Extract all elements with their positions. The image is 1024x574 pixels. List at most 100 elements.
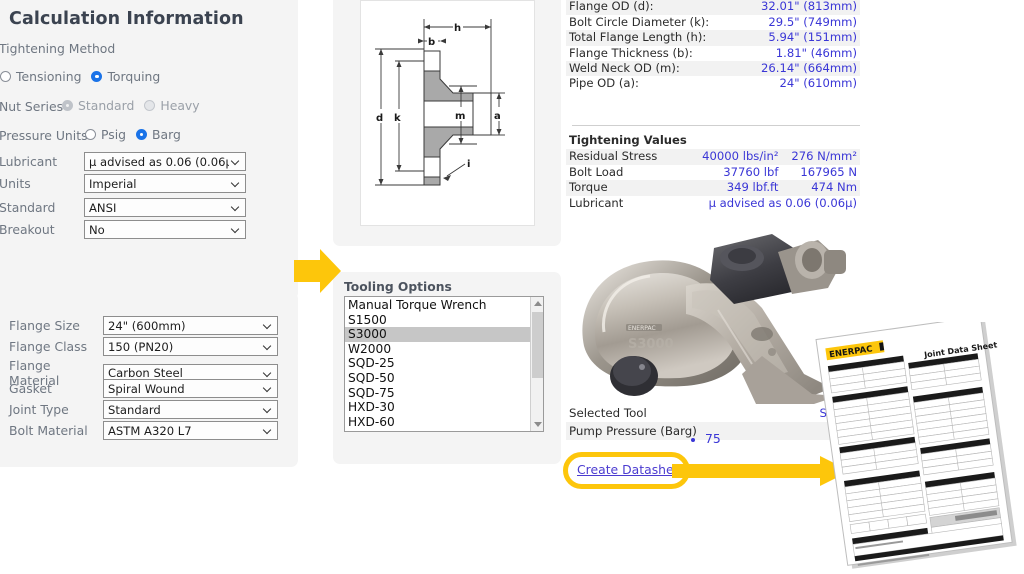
list-item[interactable]: E290+: [345, 429, 530, 432]
radio-nut-heavy-icon: [144, 100, 155, 111]
radio-tensioning-icon: [0, 71, 11, 82]
breakout-row: Breakout No: [0, 220, 246, 239]
flange-class-row: Flange Class 150 (PN20): [9, 337, 278, 356]
tv-key: Bolt Load: [566, 165, 699, 180]
units-label: Units: [0, 176, 84, 191]
scroll-down-arrow-icon[interactable]: [531, 418, 544, 431]
radio-barg-icon: [136, 129, 147, 140]
radio-torquing-icon: [91, 71, 102, 82]
tightening-method-radio-group: Tensioning Torquing: [0, 69, 170, 84]
tooling-options-title: Tooling Options: [344, 280, 452, 294]
flange-size-row: Flange Size 24" (600mm): [9, 316, 278, 335]
table-row: Flange Thickness (b): 1.81" (46mm): [566, 46, 860, 61]
tv-imperial: 37760 lbf: [699, 165, 781, 180]
svg-text:k: k: [394, 113, 401, 124]
results-panel: Bolt Hole Diameter (f): 1.37" (35mm) Fla…: [566, 0, 876, 224]
flange-class-select[interactable]: 150 (PN20): [103, 337, 278, 356]
dim-key: Weld Neck OD (m):: [566, 61, 716, 76]
dim-key: Flange OD (d):: [566, 0, 716, 15]
tv-key: Torque: [566, 180, 699, 195]
dim-key: Bolt Circle Diameter (k):: [566, 15, 716, 30]
gasket-select[interactable]: Spiral Wound: [103, 379, 278, 398]
flange-drawing-svg: h b d k m a i: [361, 1, 535, 226]
list-item[interactable]: SQD-25: [345, 356, 530, 371]
tv-metric: 167965 N: [781, 165, 860, 180]
tooling-options-items: Manual Torque Wrench S1500 S3000 W2000 S…: [345, 297, 530, 431]
tightening-method-label: Tightening Method: [0, 41, 115, 56]
scrollbar-thumb[interactable]: [532, 312, 543, 378]
lubricant-label: Lubricant: [0, 154, 84, 169]
flange-class-label: Flange Class: [9, 339, 103, 354]
list-item[interactable]: Manual Torque Wrench: [345, 298, 530, 313]
pressure-units-label: Pressure Units: [0, 128, 88, 143]
bolt-material-select[interactable]: ASTM A320 L7: [103, 421, 278, 440]
tv-metric: µ advised as 0.06 (0.06µ): [699, 196, 860, 211]
list-item[interactable]: W2000: [345, 342, 530, 357]
bolt-material-label: Bolt Material: [9, 423, 103, 438]
radio-nut-standard-label: Standard: [78, 98, 134, 113]
bolt-material-value: ASTM A320 L7: [108, 424, 261, 438]
radio-tensioning-label: Tensioning: [16, 69, 81, 84]
svg-text:a: a: [494, 111, 501, 122]
standard-select[interactable]: ANSI: [84, 198, 246, 217]
breakout-label: Breakout: [0, 222, 84, 237]
joint-type-label: Joint Type: [9, 402, 103, 417]
dim-value: 1.81" (46mm): [716, 46, 860, 61]
units-value: Imperial: [89, 177, 229, 191]
dim-value: 29.5" (749mm): [716, 15, 860, 30]
flange-class-value: 150 (PN20): [108, 340, 261, 354]
selected-tool-label: Selected Tool: [566, 404, 760, 422]
tightening-values-table: Tightening Values Residual Stress 40000 …: [566, 132, 860, 211]
radio-psig-icon: [85, 129, 96, 140]
units-row: Units Imperial: [0, 174, 246, 193]
flange-material-value: Carbon Steel: [108, 366, 261, 380]
radio-torquing[interactable]: Torquing: [91, 69, 160, 84]
tooling-scrollbar[interactable]: [530, 297, 543, 431]
list-item[interactable]: HXD-60: [345, 415, 530, 430]
joint-type-row: Joint Type Standard: [9, 400, 278, 419]
radio-nut-standard[interactable]: Standard: [62, 98, 134, 113]
breakout-select[interactable]: No: [84, 220, 246, 239]
tv-key: Lubricant: [566, 196, 699, 211]
dim-value: 26.14" (664mm): [716, 61, 860, 76]
nut-series-radio-group: Standard Heavy: [62, 98, 210, 113]
joint-type-select[interactable]: Standard: [103, 400, 278, 419]
nut-series-label: Nut Series: [0, 99, 63, 114]
table-row: Residual Stress 40000 lbs/in² 276 N/mm²: [566, 149, 860, 164]
tooling-options-listbox[interactable]: Manual Torque Wrench S1500 S3000 W2000 S…: [344, 296, 544, 432]
list-item-selected[interactable]: S3000: [345, 327, 530, 342]
chevron-down-icon: [232, 157, 241, 166]
joint-data-sheet-document: ENERPAC Joint Data Sheet: [812, 322, 1024, 572]
radio-psig[interactable]: Psig: [85, 127, 126, 142]
dim-value: 32.01" (813mm): [716, 0, 860, 15]
units-select[interactable]: Imperial: [84, 174, 246, 193]
tv-imperial: 349 lbf.ft: [699, 180, 781, 195]
radio-nut-heavy-label: Heavy: [160, 98, 199, 113]
lubricant-select[interactable]: µ advised as 0.06 (0.06µ): [84, 152, 246, 171]
gasket-label: Gasket: [9, 381, 103, 396]
svg-text:i: i: [467, 159, 470, 170]
chevron-down-icon: [264, 342, 273, 351]
radio-barg[interactable]: Barg: [136, 127, 181, 142]
lubricant-value: µ advised as 0.06 (0.06µ): [89, 155, 229, 169]
app-root: Calculation Information Tightening Metho…: [0, 0, 1024, 574]
gasket-row: Gasket Spiral Wound: [9, 379, 278, 398]
list-item[interactable]: HXD-30: [345, 400, 530, 415]
table-row: Weld Neck OD (m): 26.14" (664mm): [566, 61, 860, 76]
flange-diagram-image: h b d k m a i: [360, 0, 535, 226]
list-item[interactable]: S1500: [345, 313, 530, 328]
tv-key: Residual Stress: [566, 149, 699, 164]
table-row: Pipe OD (a): 24" (610mm): [566, 76, 860, 91]
flange-size-select[interactable]: 24" (600mm): [103, 316, 278, 335]
chevron-down-icon: [232, 203, 241, 212]
list-item[interactable]: SQD-50: [345, 371, 530, 386]
radio-tensioning[interactable]: Tensioning: [0, 69, 81, 84]
svg-text:b: b: [428, 37, 435, 48]
tv-metric: 276 N/mm²: [781, 149, 860, 164]
radio-nut-heavy[interactable]: Heavy: [144, 98, 199, 113]
chevron-down-icon: [264, 369, 273, 378]
flange-size-label: Flange Size: [9, 318, 103, 333]
scroll-up-arrow-icon[interactable]: [531, 297, 544, 310]
gasket-value: Spiral Wound: [108, 382, 261, 396]
list-item[interactable]: SQD-75: [345, 386, 530, 401]
